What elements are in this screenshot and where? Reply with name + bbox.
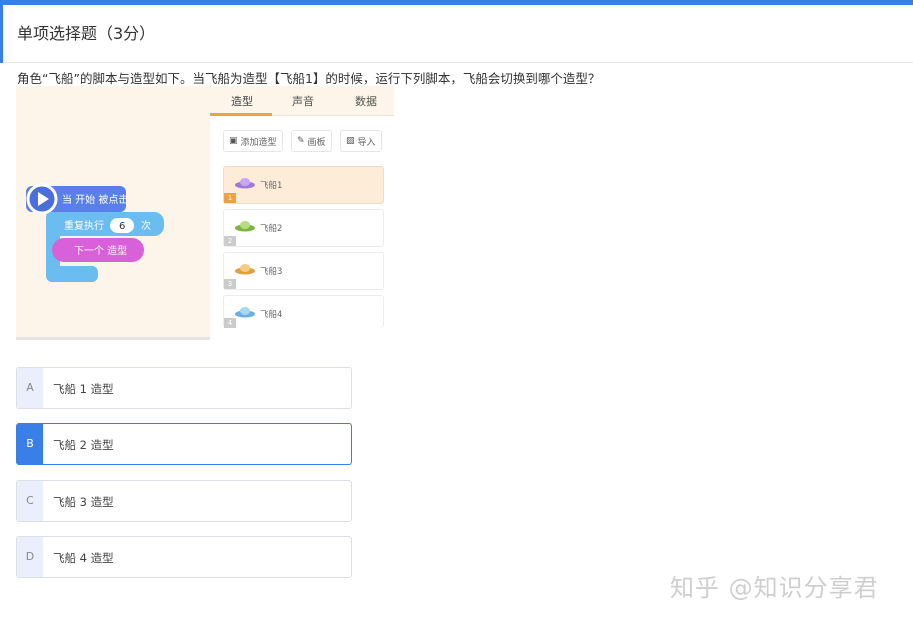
costume-name: 飞船1 [260,181,283,191]
costume-add-icon: ▣ [229,136,238,146]
add-costume-label: 添加造型 [240,137,277,148]
costume-number: 2 [224,236,236,246]
watermark: 知乎 @知识分享君 [670,574,879,602]
tab-sounds[interactable]: 声音 [292,93,314,109]
spaceship-icon [235,178,255,189]
costume-name: 飞船3 [260,267,283,277]
option-letter: A [17,368,43,408]
pencil-icon: ✎ [297,136,305,146]
header-left-accent [0,5,3,63]
paint-button[interactable]: ✎ 画板 [291,130,332,152]
costume-item-4[interactable]: 飞船4 4 [223,295,384,328]
spaceship-icon [235,221,255,232]
panel-tabs: 造型 声音 数据 [210,86,394,116]
option-letter: C [17,481,43,521]
costume-item-2[interactable]: 飞船2 2 [223,209,384,247]
repeat-unit: 次 [141,219,151,232]
script-area: 当 开始 被点击 重复执行 6 次 下一个 造型 [16,86,210,340]
costume-item-3[interactable]: 飞船3 3 [223,252,384,290]
option-letter: B [17,424,43,464]
costume-name: 飞船4 [260,310,283,320]
next-costume-label: 下一个 造型 [74,244,127,257]
question-figure: 当 开始 被点击 重复执行 6 次 下一个 造型 造型 声音 数据 ▣ 添加造型… [16,86,394,340]
paint-label: 画板 [307,137,326,148]
spaceship-icon [235,264,255,275]
option-letter: D [17,537,43,577]
import-button[interactable]: ▨ 导入 [340,130,382,152]
option-text: 飞船 4 造型 [53,551,114,565]
script-blocks: 当 开始 被点击 重复执行 6 次 下一个 造型 [26,183,164,282]
question-text: 角色“飞船”的脚本与造型如下。当飞船为造型【飞船1】的时候，运行下列脚本，飞船会… [17,71,601,86]
option-d[interactable]: D 飞船 4 造型 [16,536,352,578]
question-header: 单项选择题（3分） [0,5,913,63]
repeat-count: 6 [119,221,125,232]
question-type-title: 单项选择题（3分） [17,24,156,43]
option-c[interactable]: C 飞船 3 造型 [16,480,352,522]
active-tab-indicator [210,113,272,116]
image-import-icon: ▨ [346,136,355,146]
costume-panel: 造型 声音 数据 ▣ 添加造型 ✎ 画板 ▨ 导入 飞船1 1 飞船2 2 飞船… [210,86,394,328]
option-text: 飞船 2 造型 [53,438,114,452]
option-a[interactable]: A 飞船 1 造型 [16,367,352,409]
spaceship-icon [235,307,255,318]
import-label: 导入 [357,137,376,148]
costume-number: 3 [224,279,236,289]
tab-costumes[interactable]: 造型 [231,93,253,109]
costume-number: 4 [224,318,236,328]
repeat-block-label: 重复执行 [64,219,104,232]
costume-name: 飞船2 [260,224,283,234]
option-text: 飞船 3 造型 [53,495,114,509]
option-b[interactable]: B 飞船 2 造型 [16,423,352,465]
costume-number: 1 [224,193,236,203]
option-text: 飞船 1 造型 [53,382,114,396]
hat-block-label: 当 开始 被点击 [62,193,128,206]
costume-item-1[interactable]: 飞船1 1 [223,166,384,204]
tab-data[interactable]: 数据 [355,93,377,109]
add-costume-button[interactable]: ▣ 添加造型 [223,130,283,152]
